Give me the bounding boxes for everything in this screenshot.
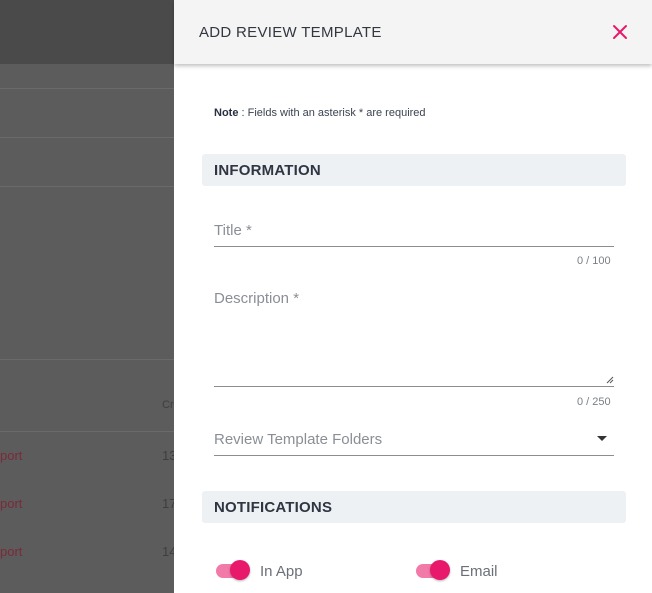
background-divider [0,431,174,432]
toggle-label: In App [260,563,303,580]
required-note: Note : Fields with an asterisk * are req… [214,107,426,119]
toggle-label: Email [460,563,498,580]
chevron-down-icon[interactable] [597,436,607,441]
add-review-template-drawer: ADD REVIEW TEMPLATE Note : Fields with a… [174,0,652,593]
resize-grip-icon[interactable] [606,376,614,384]
review-template-folders-select[interactable]: Review Template Folders [214,424,614,458]
background-divider [0,186,174,187]
folders-label: Review Template Folders [214,431,383,448]
close-button[interactable] [610,22,630,42]
close-icon [613,25,627,39]
toggle-knob [230,560,250,580]
background-divider [0,88,174,89]
background-topbar [0,0,174,64]
toggle-knob [430,560,450,580]
section-notifications: NOTIFICATIONS [202,491,626,523]
title-underline [214,246,614,247]
description-label: Description * [214,290,300,307]
section-information: INFORMATION [202,154,626,186]
description-counter: 0 / 250 [577,396,611,408]
section-title: NOTIFICATIONS [214,499,333,516]
background-overlay: Cr port 13 port 17 port 14 [0,0,176,593]
drawer-title: ADD REVIEW TEMPLATE [199,24,382,41]
background-divider [0,137,174,138]
title-label: Title * [214,222,252,239]
description-underline [214,386,614,387]
section-title: INFORMATION [214,162,321,179]
background-column-header: Cr [162,399,174,411]
background-row-link: port [0,496,23,511]
title-counter: 0 / 100 [577,255,611,267]
title-field[interactable]: Title * [214,215,614,249]
drawer-header: ADD REVIEW TEMPLATE [174,0,652,64]
description-field[interactable]: Description * [214,283,614,389]
background-divider [0,359,174,360]
folders-underline [214,455,614,456]
note-text: : Fields with an asterisk * are required [238,107,426,119]
note-bold: Note [214,107,239,119]
background-row-link: port [0,544,23,559]
background-row-link: port [0,448,23,463]
